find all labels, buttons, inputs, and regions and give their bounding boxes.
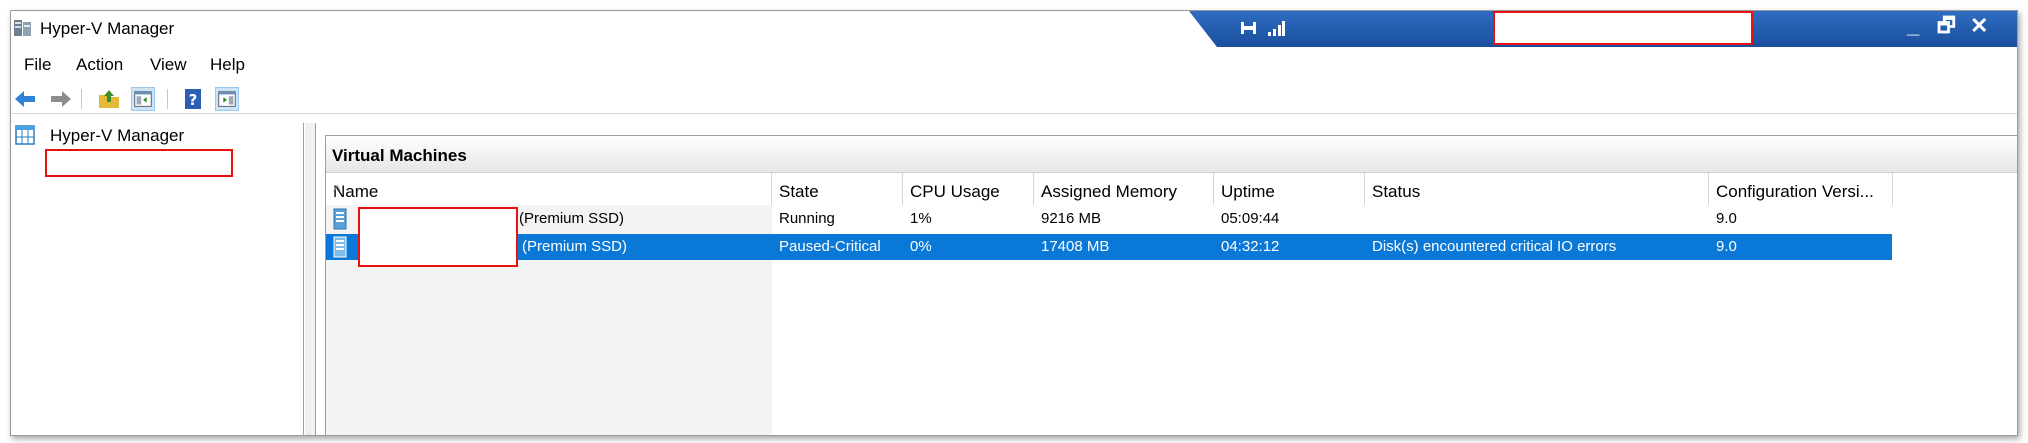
redacted-host-name <box>1493 11 1753 45</box>
sort-ascending-icon: ^ <box>333 182 341 201</box>
vm-name-suffix: (Premium SSD) <box>519 210 625 227</box>
hyperv-manager-icon <box>14 20 31 36</box>
toolbar-separator <box>81 89 82 109</box>
column-header-row: Name ^ State CPU Usage Assigned Memory U… <box>326 173 2017 205</box>
column-header-assigned-memory[interactable]: Assigned Memory <box>1034 173 1214 205</box>
virtual-machines-panel: Virtual Machines Name ^ State CPU Usage … <box>325 135 2017 435</box>
vm-assigned-memory: 9216 MB <box>1041 210 1102 227</box>
vm-uptime: 05:09:44 <box>1221 210 1280 227</box>
toolbar: ? <box>11 81 2017 114</box>
show-hide-action-pane-icon[interactable] <box>215 87 239 111</box>
redacted-vm-names <box>358 207 518 267</box>
title-bar: Hyper-V Manager _ 🗗 ✕ <box>11 11 2017 47</box>
up-folder-icon[interactable] <box>97 87 121 111</box>
connection-quality-icon[interactable] <box>1267 20 1285 36</box>
toolbar-separator <box>167 89 168 109</box>
virtual-machine-icon <box>333 236 347 258</box>
vm-state: Running <box>779 210 835 227</box>
vm-uptime: 04:32:12 <box>1221 238 1280 255</box>
tree-root-label: Hyper-V Manager <box>50 126 185 145</box>
vm-configuration-version: 9.0 <box>1716 238 1737 255</box>
console-tree-pane: Hyper-V Manager <box>11 123 304 435</box>
remote-connection-bar: _ 🗗 ✕ <box>1189 11 2017 47</box>
window-title: Hyper-V Manager <box>40 19 175 38</box>
vm-row-selected[interactable]: (Premium SSD) Paused-Critical 0% 17408 M… <box>326 234 1892 260</box>
minimize-button[interactable]: _ <box>1907 14 1919 38</box>
vm-status: Disk(s) encountered critical IO errors <box>1372 238 1617 255</box>
column-header-name[interactable]: Name ^ <box>326 173 772 205</box>
pin-icon[interactable] <box>1239 19 1257 37</box>
column-header-uptime[interactable]: Uptime <box>1214 173 1365 205</box>
vm-cpu-usage: 1% <box>910 210 932 227</box>
menu-file[interactable]: File <box>24 55 51 75</box>
menu-help[interactable]: Help <box>210 55 245 75</box>
column-header-status[interactable]: Status <box>1365 173 1709 205</box>
menu-view[interactable]: View <box>150 55 187 75</box>
virtual-machine-icon <box>333 208 347 230</box>
pane-splitter[interactable] <box>305 123 316 435</box>
hyperv-manager-window: Hyper-V Manager _ 🗗 ✕ File Action View H… <box>10 10 2018 436</box>
vm-list: Name ^ State CPU Usage Assigned Memory U… <box>326 173 2017 435</box>
vm-configuration-version: 9.0 <box>1716 210 1737 227</box>
forward-arrow-icon[interactable] <box>49 87 73 111</box>
show-hide-console-tree-icon[interactable] <box>131 87 155 111</box>
vm-name-suffix: (Premium SSD) <box>522 238 628 255</box>
restore-button[interactable]: 🗗 <box>1937 14 1956 38</box>
vm-state: Paused-Critical <box>779 238 881 255</box>
redacted-server-node[interactable] <box>45 149 233 177</box>
column-header-state[interactable]: State <box>772 173 903 205</box>
close-button[interactable]: ✕ <box>1970 14 1988 38</box>
column-header-configuration-version[interactable]: Configuration Versi... <box>1709 173 1893 205</box>
panel-header: Virtual Machines <box>326 136 2017 173</box>
menu-action[interactable]: Action <box>76 55 123 75</box>
column-header-cpu-usage[interactable]: CPU Usage <box>903 173 1034 205</box>
vm-assigned-memory: 17408 MB <box>1041 238 1110 255</box>
help-icon[interactable]: ? <box>181 87 205 111</box>
vm-cpu-usage: 0% <box>910 238 932 255</box>
svg-text:?: ? <box>189 91 198 109</box>
back-arrow-icon[interactable] <box>13 87 37 111</box>
hyperv-manager-tree-icon <box>15 125 35 145</box>
vm-row[interactable]: (Premium SSD) Running 1% 9216 MB 05:09:4… <box>326 206 1892 232</box>
panel-title: Virtual Machines <box>332 146 467 165</box>
